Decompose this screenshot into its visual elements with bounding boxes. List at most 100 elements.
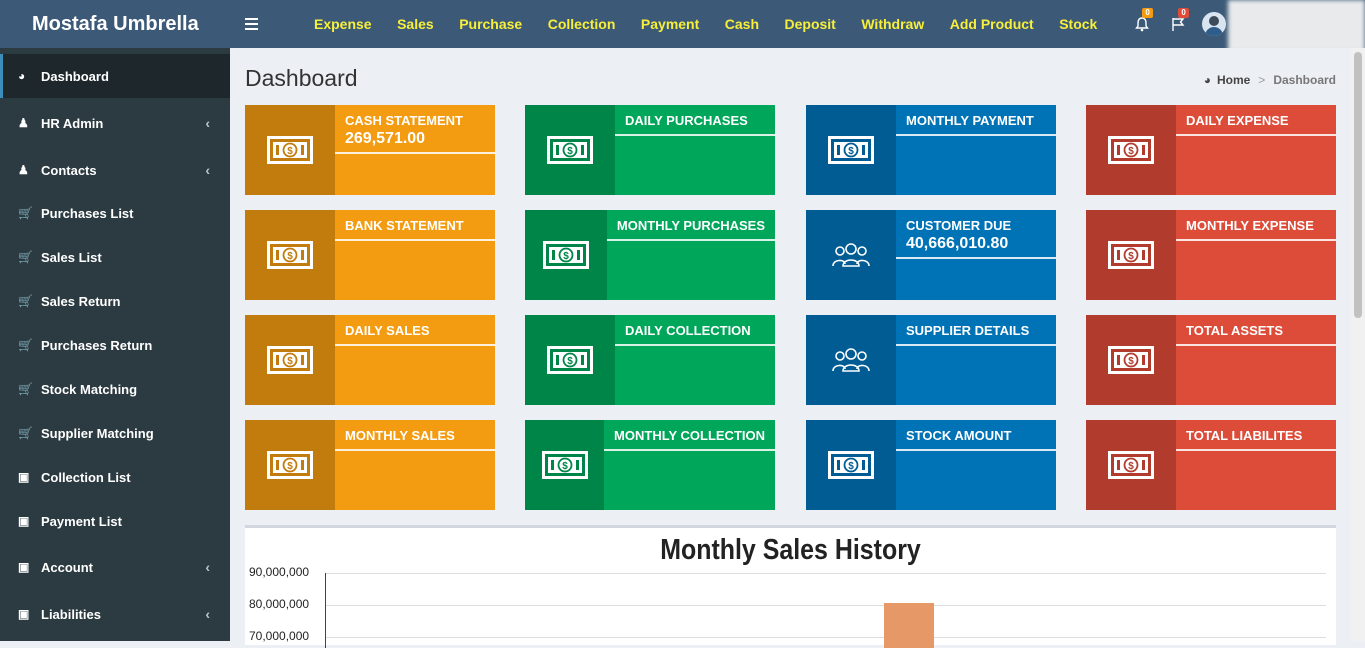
info-box-label: MONTHLY EXPENSE: [1176, 218, 1336, 241]
grid-line: [325, 637, 1326, 638]
topnav-link-expense[interactable]: Expense: [314, 16, 372, 32]
topnav-link-payment[interactable]: Payment: [641, 16, 699, 32]
svg-text:$: $: [1128, 146, 1134, 157]
grid-line: [325, 605, 1326, 606]
info-box-stock-amount[interactable]: $ STOCK AMOUNT: [806, 420, 1056, 510]
info-box-label: DAILY COLLECTION: [615, 323, 775, 346]
money-icon: $: [245, 105, 335, 195]
sidebar-item-payment-list[interactable]: ▣ Payment List: [0, 499, 230, 543]
info-box-customer-due[interactable]: CUSTOMER DUE 40,666,010.80: [806, 210, 1056, 300]
info-box-daily-purchases[interactable]: $ DAILY PURCHASES: [525, 105, 775, 195]
money-icon: ▣: [18, 470, 30, 484]
dashboard-icon: ◕: [1203, 73, 1211, 87]
info-box-daily-expense[interactable]: $ DAILY EXPENSE: [1086, 105, 1336, 195]
cart-icon: 🛒: [18, 426, 33, 440]
breadcrumb-home-link[interactable]: Home: [1217, 73, 1250, 87]
notifications-button[interactable]: 0: [1124, 0, 1160, 48]
svg-text:$: $: [848, 461, 854, 472]
sidebar-item-dashboard[interactable]: ◕ Dashboard: [0, 54, 230, 98]
flags-button[interactable]: 0: [1160, 0, 1196, 48]
breadcrumb-separator: >: [1258, 73, 1266, 87]
topnav-link-sales[interactable]: Sales: [397, 16, 434, 32]
sidebar-item-hr-admin[interactable]: ♟ HR Admin ‹: [0, 99, 230, 147]
info-box-daily-sales[interactable]: $ DAILY SALES: [245, 315, 495, 405]
sidebar-item-label: Purchases Return: [41, 337, 153, 353]
app-logo[interactable]: Mostafa Umbrella: [0, 0, 230, 48]
sidebar-item-sales-return[interactable]: 🛒 Sales Return: [0, 279, 230, 323]
sidebar-item-liabilities[interactable]: ▣ Liabilities ‹: [0, 590, 230, 638]
topnav-link-deposit[interactable]: Deposit: [785, 16, 836, 32]
info-box-monthly-sales[interactable]: $ MONTHLY SALES: [245, 420, 495, 510]
monthly-sales-chart: Monthly Sales History 90,000,000 80,000,0…: [245, 525, 1336, 648]
users-icon: [806, 315, 896, 405]
topnav-link-stock[interactable]: Stock: [1059, 16, 1097, 32]
topnav-link-collection[interactable]: Collection: [548, 16, 616, 32]
top-header: Mostafa Umbrella Expense Sales Purchase Col…: [0, 0, 1365, 48]
money-icon: $: [806, 105, 896, 195]
sidebar-item-account[interactable]: ▣ Account ‹: [0, 543, 230, 591]
info-box-total-liabilites[interactable]: $ TOTAL LIABILITES: [1086, 420, 1336, 510]
svg-text:$: $: [287, 146, 293, 157]
sidebar: ◕ Dashboard ♟ HR Admin ‹ ♟ Contacts ‹ 🛒 Purchases…: [0, 48, 230, 641]
sidebar-item-sales-list[interactable]: 🛒 Sales List: [0, 235, 230, 279]
info-box-daily-collection[interactable]: $ DAILY COLLECTION: [525, 315, 775, 405]
sidebar-item-stock-matching[interactable]: 🛒 Stock Matching: [0, 367, 230, 411]
info-box-label: BANK STATEMENT: [335, 218, 495, 241]
money-icon: ▣: [18, 607, 30, 621]
svg-text:$: $: [287, 461, 293, 472]
chart-bar: [884, 603, 934, 648]
topnav-link-add-product[interactable]: Add Product: [950, 16, 1034, 32]
users-icon: [806, 210, 896, 300]
dashboard-icon: ◕: [18, 69, 26, 83]
info-box-content: MONTHLY PAYMENT: [896, 105, 1056, 195]
scrollbar-thumb[interactable]: [1354, 52, 1362, 318]
sidebar-item-purchases-list[interactable]: 🛒 Purchases List: [0, 191, 230, 235]
money-icon: $: [1086, 315, 1176, 405]
sidebar-item-label: Supplier Matching: [41, 425, 154, 441]
info-box-monthly-payment[interactable]: $ MONTHLY PAYMENT: [806, 105, 1056, 195]
sidebar-item-supplier-matching[interactable]: 🛒 Supplier Matching: [0, 411, 230, 455]
sidebar-item-collection-list[interactable]: ▣ Collection List: [0, 455, 230, 499]
info-box-monthly-expense[interactable]: $ MONTHLY EXPENSE: [1086, 210, 1336, 300]
sidebar-item-purchases-return[interactable]: 🛒 Purchases Return: [0, 323, 230, 367]
money-icon: $: [245, 315, 335, 405]
info-box-content: BANK STATEMENT: [335, 210, 495, 300]
notification-count-badge: 0: [1142, 8, 1153, 18]
info-box-content: SUPPLIER DETAILS: [896, 315, 1056, 405]
y-tick-label: 80,000,000: [249, 597, 310, 611]
sidebar-toggle-button[interactable]: [230, 0, 272, 48]
sidebar-item-label: Payment List: [41, 513, 122, 529]
info-box-bank-statement[interactable]: $ BANK STATEMENT: [245, 210, 495, 300]
cart-icon: 🛒: [18, 382, 33, 396]
main-content: Dashboard ◕ Home > Dashboard $ CASH STATE…: [230, 48, 1351, 648]
info-box-monthly-purchases[interactable]: $ MONTHLY PURCHASES: [525, 210, 775, 300]
info-box-content: STOCK AMOUNT: [896, 420, 1056, 510]
info-box-content: DAILY SALES: [335, 315, 495, 405]
info-box-monthly-collection[interactable]: $ MONTHLY COLLECTION: [525, 420, 775, 510]
topnav-link-withdraw[interactable]: Withdraw: [861, 16, 924, 32]
cart-icon: 🛒: [18, 338, 33, 352]
page-scrollbar[interactable]: [1351, 48, 1365, 641]
info-box-total-assets[interactable]: $ TOTAL ASSETS: [1086, 315, 1336, 405]
cart-icon: 🛒: [18, 294, 33, 308]
svg-text:$: $: [562, 461, 568, 472]
info-box-value: 40,666,010.80: [906, 235, 1009, 252]
topnav-link-purchase[interactable]: Purchase: [459, 16, 522, 32]
topnav-link-cash[interactable]: Cash: [725, 16, 759, 32]
info-box-supplier-details[interactable]: SUPPLIER DETAILS: [806, 315, 1056, 405]
cart-icon: 🛒: [18, 206, 33, 220]
info-box-label: TOTAL LIABILITES: [1176, 428, 1336, 451]
sidebar-item-contacts[interactable]: ♟ Contacts ‹: [0, 146, 230, 194]
money-icon: $: [245, 210, 335, 300]
breadcrumb-current: Dashboard: [1273, 73, 1336, 87]
info-box-divider: [335, 152, 495, 154]
sidebar-item-label: Sales Return: [41, 293, 121, 309]
info-box-cash-statement[interactable]: $ CASH STATEMENT 269,571.00: [245, 105, 495, 195]
info-box-label: DAILY EXPENSE: [1176, 113, 1336, 136]
svg-text:$: $: [1128, 356, 1134, 367]
money-icon: $: [1086, 210, 1176, 300]
chevron-left-icon: ‹: [205, 559, 210, 575]
y-tick-label: 90,000,000: [249, 565, 310, 579]
sidebar-item-label: Stock Matching: [41, 381, 138, 397]
svg-text:$: $: [287, 356, 293, 367]
